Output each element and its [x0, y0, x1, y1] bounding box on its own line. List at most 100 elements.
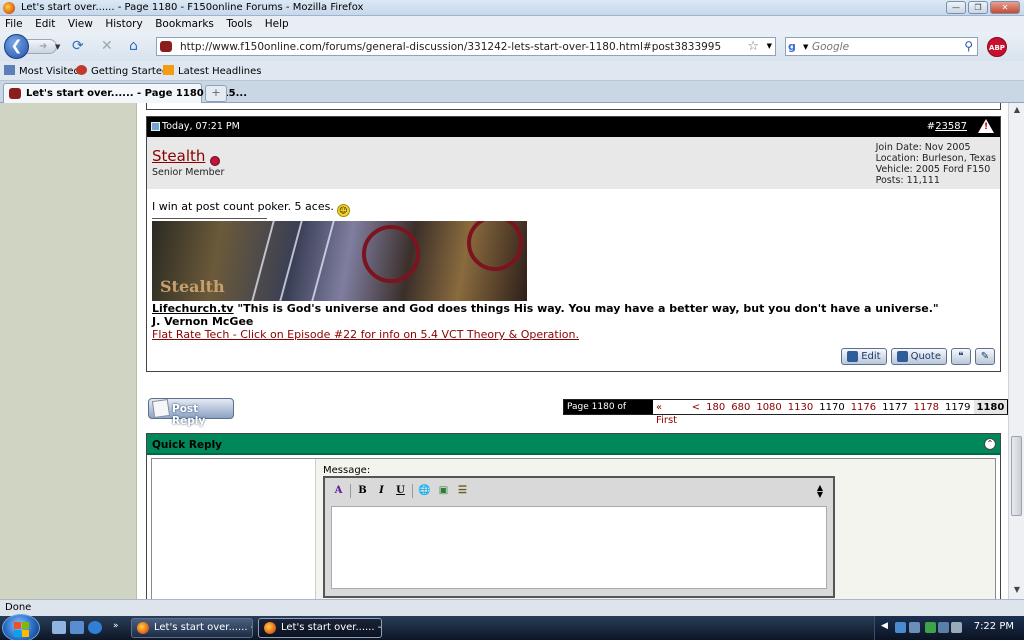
edit-icon	[847, 351, 859, 362]
firefox-icon	[3, 2, 15, 14]
remove-format-icon[interactable]: A	[331, 484, 346, 498]
new-tab-button[interactable]: +	[205, 85, 227, 102]
taskbar-window-button[interactable]: Let's start over...... - ...	[131, 618, 253, 638]
insert-image-icon[interactable]: ▣	[436, 484, 451, 498]
minimize-button[interactable]: —	[946, 1, 966, 14]
reload-icon[interactable]: ⟳	[72, 38, 84, 54]
menu-bar: File Edit View History Bookmarks Tools H…	[0, 16, 1024, 32]
start-button[interactable]	[2, 614, 40, 640]
page-link[interactable]: 1178	[910, 400, 943, 414]
close-button[interactable]: ✕	[990, 1, 1020, 14]
user-title: Senior Member	[152, 167, 225, 178]
network-icon[interactable]	[895, 622, 906, 633]
wrap-quote-icon[interactable]: ☰	[455, 484, 470, 498]
bold-button[interactable]: B	[355, 484, 370, 498]
search-box[interactable]: g ▼ ⚲	[785, 37, 978, 56]
page-link[interactable]: 1176	[847, 400, 880, 414]
quick-reply-button[interactable]: ✎	[975, 348, 995, 365]
edit-button[interactable]: Edit	[841, 348, 887, 365]
menu-history[interactable]: History	[100, 16, 146, 30]
menu-bookmarks[interactable]: Bookmarks	[150, 16, 218, 30]
scroll-up-icon[interactable]: ▲	[1011, 105, 1023, 117]
search-engine-dropdown-icon[interactable]: ▼	[803, 43, 808, 51]
page-link[interactable]: 1130	[784, 400, 817, 414]
stop-icon[interactable]: ✕	[101, 38, 113, 54]
user-details: Join Date: Nov 2005 Location: Burleson, …	[876, 142, 996, 186]
security-icon[interactable]	[925, 622, 936, 633]
quick-reply-body: Message: A B I U 🌐 ▣ ☰ ▲ ▼	[151, 458, 996, 599]
tray-app-icon[interactable]	[909, 622, 920, 633]
collapse-icon[interactable]: ⌃	[984, 438, 996, 450]
underline-button[interactable]: U	[393, 484, 408, 498]
url-dropdown-icon[interactable]: ▼	[767, 42, 772, 50]
menu-view[interactable]: View	[63, 16, 97, 30]
history-dropdown-icon[interactable]: ▼	[55, 43, 60, 51]
quick-reply-header: Quick Reply ⌃	[147, 434, 1000, 455]
search-icon[interactable]: ⚲	[964, 39, 973, 53]
menu-help[interactable]: Help	[260, 16, 293, 30]
italic-button[interactable]: I	[374, 484, 389, 498]
page-first-link[interactable]: « First	[653, 400, 689, 426]
quote-button[interactable]: Quote	[890, 348, 947, 365]
switch-windows-icon[interactable]	[70, 621, 84, 634]
menu-edit[interactable]: Edit	[30, 16, 59, 30]
forward-button[interactable]: ➜	[27, 39, 57, 54]
message-textarea[interactable]	[331, 506, 827, 589]
flat-rate-tech-link[interactable]: Flat Rate Tech - Click on Episode #22 fo…	[152, 328, 579, 341]
internet-explorer-icon[interactable]	[88, 621, 102, 634]
lifechurch-link[interactable]: Lifechurch.tv	[152, 302, 234, 315]
report-post-icon[interactable]: !	[978, 119, 994, 133]
page-prev-link[interactable]: <	[688, 400, 704, 414]
system-tray: ◀ 7:22 PM	[874, 616, 1024, 640]
scroll-down-icon[interactable]: ▼	[1011, 585, 1023, 597]
url-bar[interactable]: http://www.f150online.com/forums/general…	[156, 37, 776, 56]
post-username[interactable]: Stealth	[152, 147, 205, 165]
signature-quote: Lifechurch.tv "This is God's universe an…	[152, 302, 939, 328]
tray-monitor-icon[interactable]	[938, 622, 949, 633]
multiquote-button[interactable]: ❝	[951, 348, 971, 365]
vertical-scrollbar[interactable]: ▲ ▼	[1008, 103, 1024, 599]
search-input[interactable]	[812, 39, 952, 54]
most-visited-icon	[4, 65, 15, 75]
signature-divider	[152, 218, 267, 219]
post-message: I win at post count poker. 5 aces. ☺	[152, 200, 350, 217]
firefox-icon	[137, 622, 149, 634]
adblock-plus-icon[interactable]: ABP	[987, 37, 1007, 57]
bookmark-getting-started[interactable]: Getting Started	[76, 65, 168, 77]
bookmark-star-icon[interactable]: ☆	[747, 39, 759, 54]
volume-icon[interactable]	[951, 622, 962, 633]
menu-tools[interactable]: Tools	[221, 16, 256, 30]
insert-link-icon[interactable]: 🌐	[417, 484, 432, 498]
post-icon	[151, 122, 160, 131]
editor-resize-icon[interactable]: ▲ ▼	[817, 484, 823, 499]
post-number-link[interactable]: 23587	[935, 121, 967, 132]
scroll-thumb[interactable]	[1011, 436, 1022, 516]
tab-lets-start-over[interactable]: Let's start over...... - Page 1180 - F15…	[3, 83, 247, 103]
show-hidden-icons-icon[interactable]: ◀	[881, 621, 888, 631]
page-link[interactable]: 1177	[879, 400, 911, 414]
quick-launch-more-icon[interactable]: »	[113, 621, 127, 634]
page-link[interactable]: 680	[728, 400, 754, 414]
back-button[interactable]: ❮	[4, 34, 29, 59]
page-link[interactable]: 180	[703, 400, 729, 414]
bookmark-latest-headlines[interactable]: Latest Headlines	[163, 65, 262, 77]
menu-file[interactable]: File	[0, 16, 27, 30]
clock[interactable]: 7:22 PM	[974, 621, 1014, 632]
home-icon[interactable]: ⌂	[129, 38, 138, 54]
restore-button[interactable]: ❐	[968, 1, 988, 14]
page-link[interactable]: 1080	[753, 400, 785, 414]
post-reply-button[interactable]: Post Reply	[148, 398, 234, 427]
page-summary: Page 1180 of 1180	[564, 400, 654, 425]
url-text[interactable]: http://www.f150online.com/forums/general…	[180, 41, 721, 53]
firefox-bookmark-icon	[76, 65, 87, 75]
taskbar-window-button-active[interactable]: Let's start over...... - ...	[258, 618, 382, 638]
show-desktop-icon[interactable]	[52, 621, 66, 634]
page-link[interactable]: 1170	[816, 400, 848, 414]
bookmark-most-visited[interactable]: Most Visited	[4, 65, 80, 77]
message-editor: A B I U 🌐 ▣ ☰ ▲ ▼	[323, 476, 835, 598]
forum-post: Today, 07:21 PM #23587 ! Stealth Senior …	[146, 116, 1001, 372]
google-icon[interactable]: g	[788, 40, 802, 53]
page-link[interactable]: 1179	[942, 400, 974, 414]
firefox-icon	[264, 622, 276, 634]
post-number: #23587	[926, 121, 967, 132]
